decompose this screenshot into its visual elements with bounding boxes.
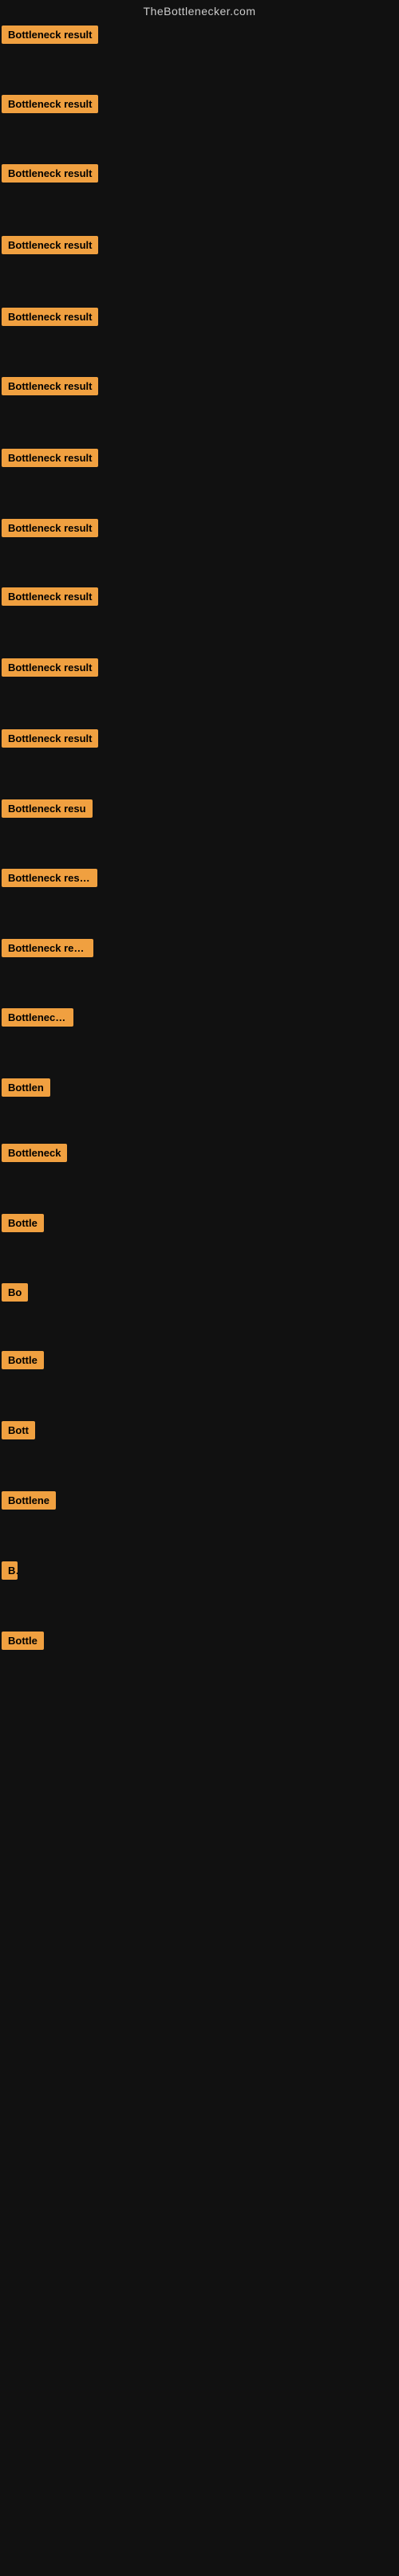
bottleneck-badge[interactable]: Bo — [2, 1283, 28, 1302]
badge-row: Bottleneck result — [2, 869, 97, 891]
badge-row: Bott — [2, 1421, 35, 1443]
badge-row: B — [2, 1561, 18, 1584]
bottleneck-badge[interactable]: Bottlene — [2, 1491, 56, 1510]
badge-row: Bottleneck result — [2, 236, 98, 258]
bottleneck-badge[interactable]: Bottleneck result — [2, 308, 98, 326]
bottleneck-badge[interactable]: B — [2, 1561, 18, 1580]
badge-row: Bottle — [2, 1351, 44, 1373]
bottleneck-badge[interactable]: Bottleneck result — [2, 519, 98, 537]
badge-row: Bottlene — [2, 1491, 56, 1514]
badge-row: Bottle — [2, 1632, 44, 1654]
bottleneck-badge[interactable]: Bott — [2, 1421, 35, 1439]
badge-row: Bottleneck result — [2, 587, 98, 610]
bottleneck-badge[interactable]: Bottleneck — [2, 1144, 67, 1162]
bottleneck-badge[interactable]: Bottleneck resul — [2, 939, 93, 957]
bottleneck-badge[interactable]: Bottleneck result — [2, 587, 98, 606]
badge-row: Bo — [2, 1283, 28, 1306]
bottleneck-badge[interactable]: Bottleneck result — [2, 869, 97, 887]
badge-row: Bottleneck result — [2, 449, 98, 471]
badge-row: Bottle — [2, 1214, 44, 1236]
site-title: TheBottlenecker.com — [0, 0, 399, 26]
badge-row: Bottleneck result — [2, 729, 98, 752]
badge-row: Bottleneck result — [2, 658, 98, 681]
badge-row: Bottleneck — [2, 1144, 67, 1166]
bottleneck-badge[interactable]: Bottleneck result — [2, 236, 98, 254]
bottleneck-badge[interactable]: Bottleneck result — [2, 26, 98, 44]
bottleneck-badge[interactable]: Bottleneck result — [2, 377, 98, 395]
bottleneck-badge[interactable]: Bottleneck result — [2, 729, 98, 748]
badge-row: Bottleneck resu — [2, 799, 93, 822]
bottleneck-badge[interactable]: Bottlen — [2, 1078, 50, 1097]
bottleneck-badge[interactable]: Bottleneck result — [2, 449, 98, 467]
badge-row: Bottleneck r — [2, 1008, 73, 1031]
badge-row: Bottleneck result — [2, 26, 98, 48]
badge-row: Bottleneck result — [2, 164, 98, 187]
badge-row: Bottlen — [2, 1078, 50, 1101]
bottleneck-badge[interactable]: Bottle — [2, 1632, 44, 1650]
bottleneck-badge[interactable]: Bottleneck result — [2, 164, 98, 183]
bottleneck-badge[interactable]: Bottleneck r — [2, 1008, 73, 1027]
badge-row: Bottleneck result — [2, 519, 98, 541]
bottleneck-badge[interactable]: Bottleneck resu — [2, 799, 93, 818]
badge-row: Bottleneck result — [2, 308, 98, 330]
badge-row: Bottleneck result — [2, 377, 98, 399]
bottleneck-badge[interactable]: Bottle — [2, 1351, 44, 1369]
bottleneck-badge[interactable]: Bottleneck result — [2, 95, 98, 113]
site-title-text: TheBottlenecker.com — [143, 5, 255, 18]
badge-row: Bottleneck result — [2, 95, 98, 117]
bottleneck-badge[interactable]: Bottle — [2, 1214, 44, 1232]
badge-row: Bottleneck resul — [2, 939, 93, 961]
bottleneck-badge[interactable]: Bottleneck result — [2, 658, 98, 677]
